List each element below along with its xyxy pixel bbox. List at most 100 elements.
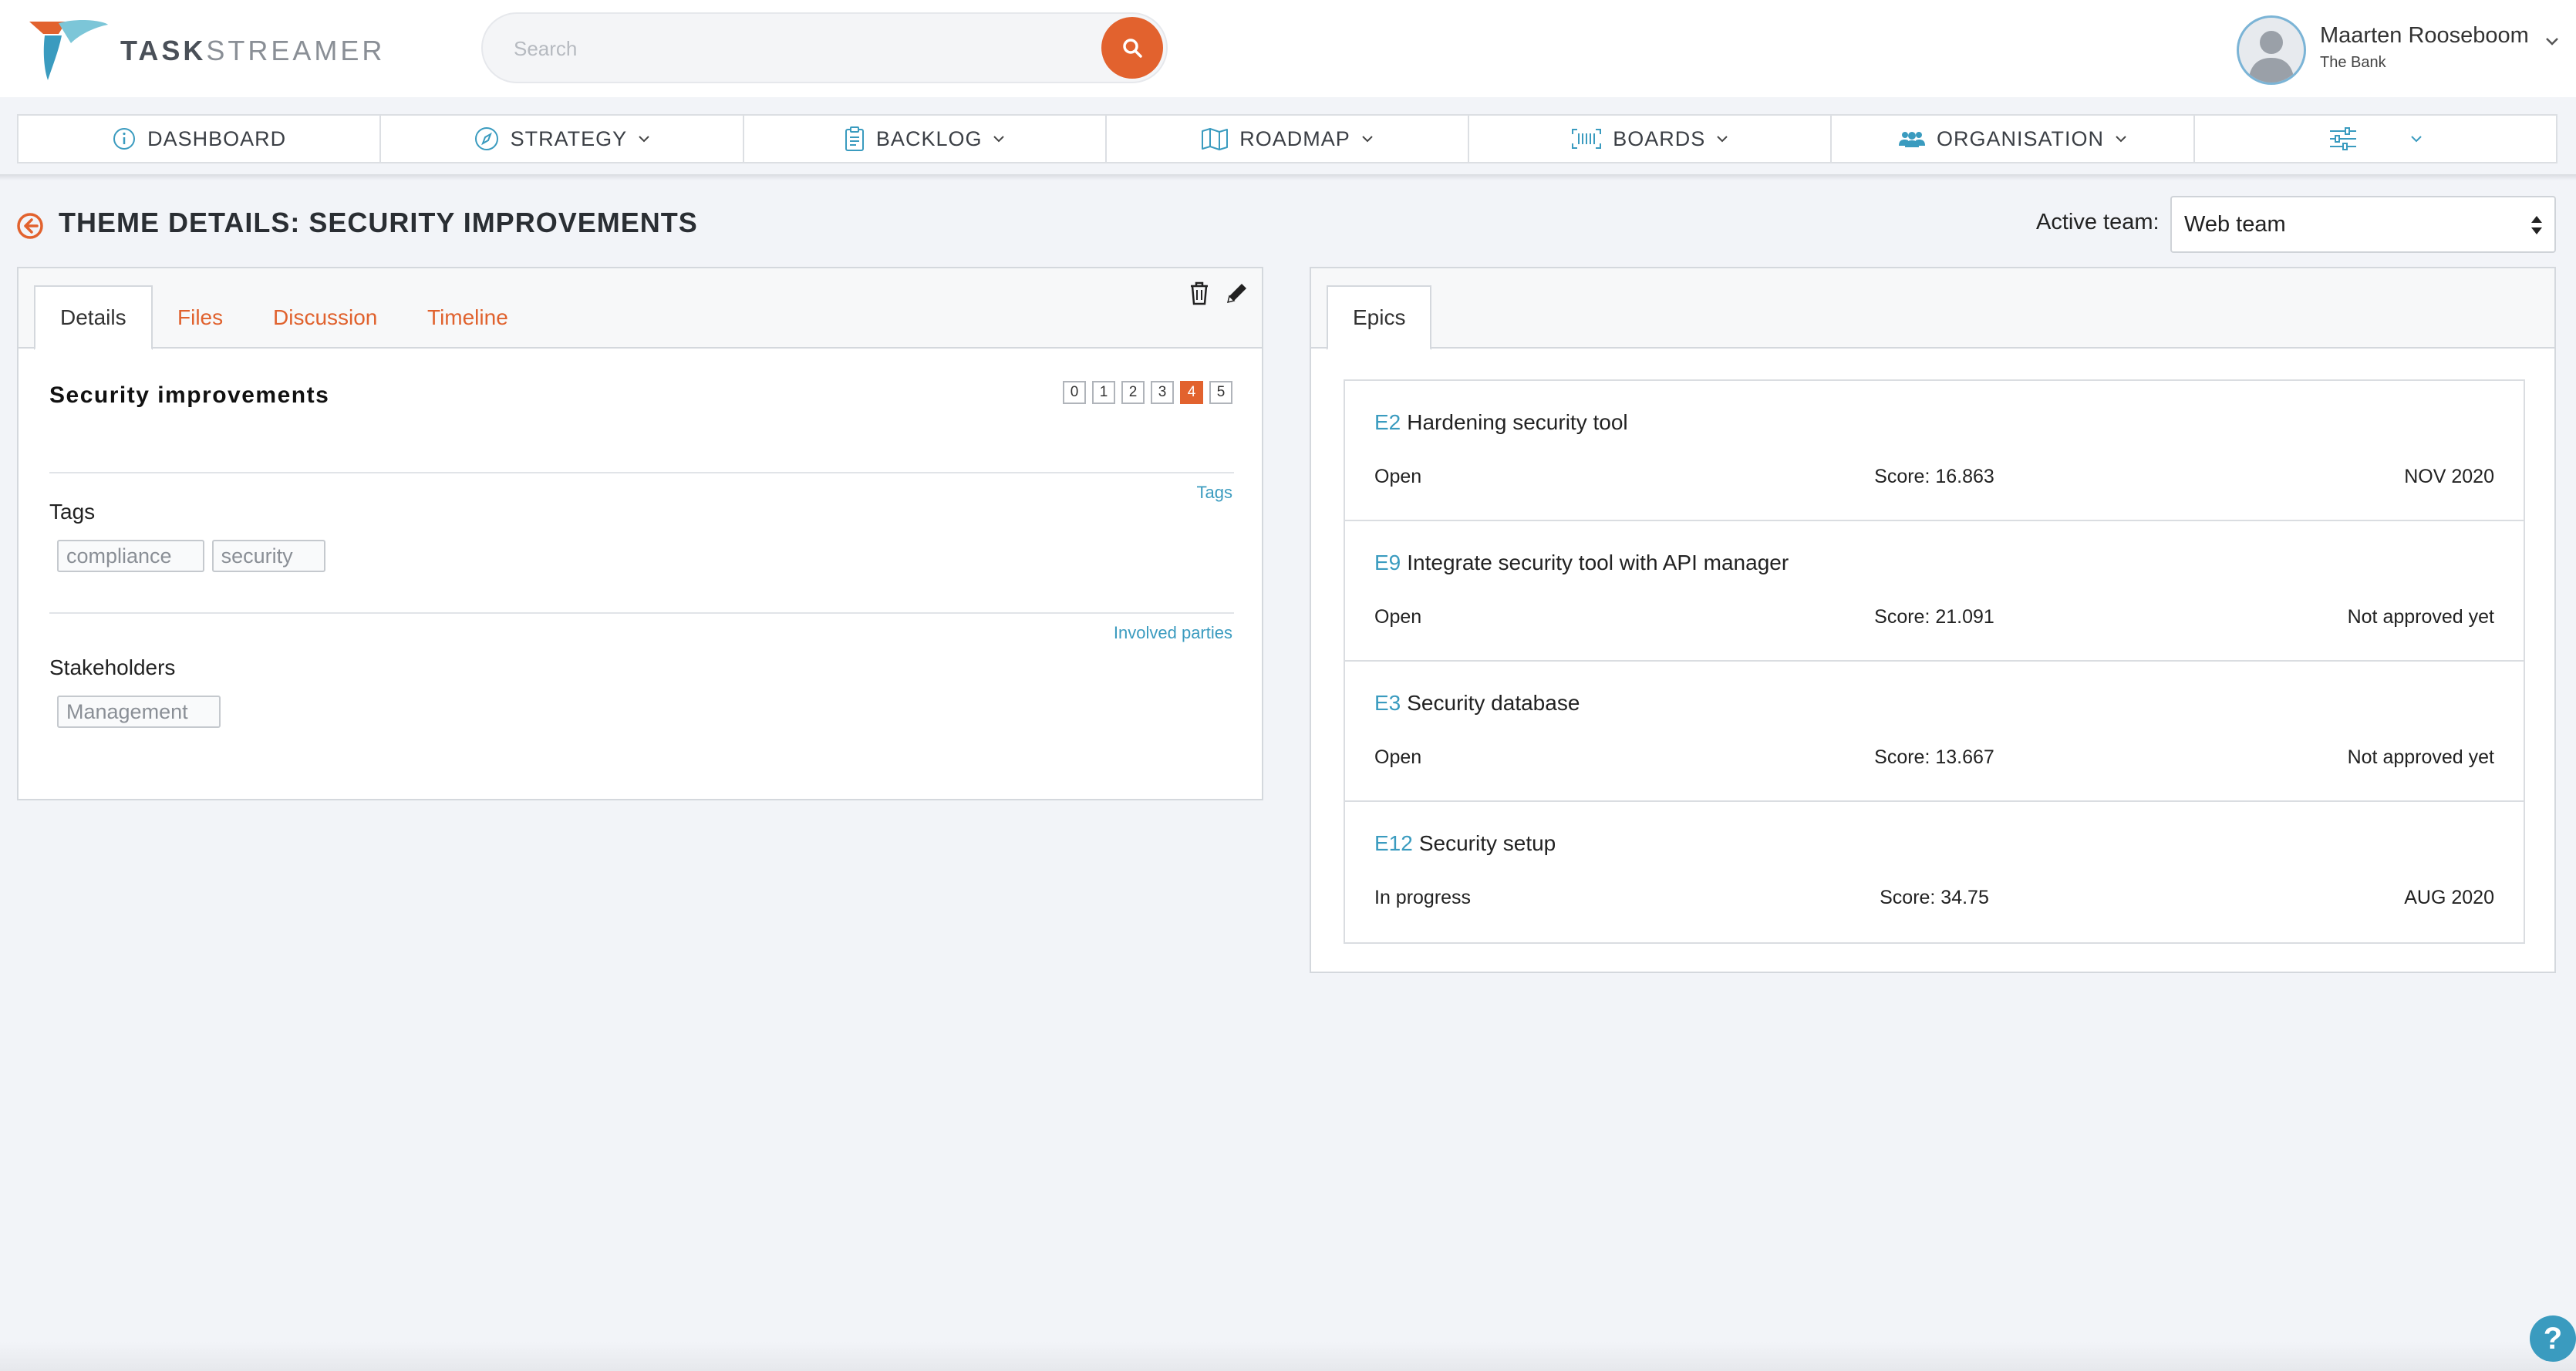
- select-arrows-icon: [2531, 216, 2542, 234]
- epic-title: E2 Hardening security tool: [1374, 410, 1628, 435]
- nav-boards-label: BOARDS: [1613, 126, 1706, 150]
- epic-row[interactable]: E2 Hardening security tool Open Score: 16…: [1345, 381, 2524, 521]
- search-input[interactable]: [514, 31, 1069, 66]
- epic-title-text: Security database: [1407, 691, 1580, 715]
- epic-title: E9 Integrate security tool with API manag…: [1374, 551, 1789, 575]
- pencil-icon[interactable]: [1225, 281, 1249, 305]
- chevron-down-icon: [2411, 136, 2422, 143]
- nav-organisation[interactable]: ORGANISATION: [1832, 116, 2195, 162]
- nav-shadow: [0, 174, 2576, 180]
- panel-tools: [1188, 281, 1249, 305]
- nav-roadmap[interactable]: ROADMAP: [1107, 116, 1470, 162]
- epic-score: Score: 34.75: [1880, 887, 1989, 908]
- theme-name: Security improvements: [49, 382, 330, 408]
- tags-title: Tags: [49, 500, 96, 524]
- stakeholder-list: Management: [57, 696, 221, 728]
- chevron-down-icon: [2116, 136, 2126, 143]
- tab-discussion[interactable]: Discussion: [273, 285, 377, 350]
- epic-row[interactable]: E9 Integrate security tool with API manag…: [1345, 521, 2524, 662]
- epic-date: Not approved yet: [2347, 606, 2494, 628]
- epic-row[interactable]: E12 Security setup In progress Score: 34.…: [1345, 802, 2524, 942]
- app-header: TASKSTREAMER Maarten Rooseboom The Bank: [0, 0, 2576, 97]
- epic-date: Not approved yet: [2347, 746, 2494, 768]
- nav-boards[interactable]: BOARDS: [1469, 116, 1833, 162]
- nav-strategy-label: STRATEGY: [510, 126, 628, 150]
- nav-dashboard[interactable]: DASHBOARD: [19, 116, 382, 162]
- trash-icon[interactable]: [1188, 281, 1211, 305]
- search-button[interactable]: [1101, 17, 1163, 79]
- involved-parties-link[interactable]: Involved parties: [1114, 623, 1232, 643]
- tags-link[interactable]: Tags: [1197, 483, 1232, 503]
- epic-code-link[interactable]: E9: [1374, 551, 1401, 574]
- score-option-4[interactable]: 4: [1180, 381, 1203, 404]
- search-icon: [1123, 39, 1142, 58]
- details-tabbar: Details Files Discussion Timeline: [19, 268, 1262, 350]
- avatar[interactable]: [2237, 15, 2306, 85]
- page-title: THEME DETAILS: SECURITY IMPROVEMENTS: [59, 207, 698, 238]
- stakeholders-title: Stakeholders: [49, 655, 176, 679]
- main-navigation: DASHBOARD STRATEGY BACKLOG ROADMAP BOARD…: [17, 114, 2557, 163]
- epic-code-link[interactable]: E3: [1374, 691, 1401, 715]
- map-icon: [1202, 128, 1229, 150]
- nav-organisation-label: ORGANISATION: [1937, 126, 2105, 150]
- user-menu[interactable]: Maarten Rooseboom The Bank: [2237, 11, 2576, 88]
- epics-tabbar: Epics: [1311, 268, 2554, 350]
- epic-title-text: Integrate security tool with API manager: [1407, 551, 1789, 574]
- tag-chip[interactable]: compliance: [57, 540, 204, 572]
- tab-files[interactable]: Files: [177, 285, 223, 350]
- back-arrow-icon[interactable]: [15, 211, 45, 241]
- score-option-1[interactable]: 1: [1092, 381, 1115, 404]
- logo-wordmark: TASKSTREAMER: [120, 35, 386, 66]
- nav-strategy[interactable]: STRATEGY: [381, 116, 744, 162]
- tab-timeline[interactable]: Timeline: [427, 285, 508, 350]
- active-team-label: Active team:: [2036, 210, 2160, 234]
- theme-details-panel: Details Files Discussion Timeline Securi…: [17, 267, 1263, 800]
- users-icon: [1899, 132, 1926, 147]
- stakeholder-chip[interactable]: Management: [57, 696, 221, 728]
- footer-shade: [0, 1342, 2576, 1371]
- score-option-0[interactable]: 0: [1063, 381, 1086, 404]
- section-divider: [49, 612, 1234, 614]
- chevron-down-icon[interactable]: [2545, 37, 2559, 46]
- nav-roadmap-label: ROADMAP: [1239, 126, 1350, 150]
- compass-icon: [474, 127, 498, 150]
- tab-epics[interactable]: Epics: [1327, 285, 1432, 350]
- active-team-select[interactable]: Web team: [2170, 196, 2556, 253]
- epic-date: NOV 2020: [2404, 466, 2494, 487]
- sliders-icon: [2329, 127, 2356, 150]
- epic-score: Score: 16.863: [1874, 466, 1994, 487]
- taskstreamer-logo[interactable]: TASKSTREAMER: [28, 19, 385, 83]
- score-option-5[interactable]: 5: [1209, 381, 1232, 404]
- nav-settings[interactable]: [2195, 116, 2556, 162]
- epic-title-text: Hardening security tool: [1407, 410, 1628, 434]
- user-organisation: The Bank: [2320, 54, 2386, 71]
- chevron-down-icon: [1362, 136, 1373, 143]
- chevron-down-icon: [1717, 136, 1728, 143]
- chevron-down-icon: [993, 136, 1005, 143]
- epic-code-link[interactable]: E2: [1374, 410, 1401, 434]
- chevron-down-icon: [639, 136, 649, 143]
- score-option-2[interactable]: 2: [1121, 381, 1145, 404]
- score-option-3[interactable]: 3: [1151, 381, 1174, 404]
- tab-details[interactable]: Details: [34, 285, 153, 350]
- clipboard-icon: [845, 126, 864, 151]
- nav-backlog[interactable]: BACKLOG: [744, 116, 1107, 162]
- search-bar: [481, 12, 1168, 83]
- active-team-value: Web team: [2184, 211, 2286, 237]
- help-button[interactable]: ?: [2530, 1315, 2576, 1362]
- epic-title: E3 Security database: [1374, 691, 1580, 716]
- tag-chip[interactable]: security: [211, 540, 325, 572]
- user-silhouette-icon: [2248, 31, 2294, 83]
- tag-list: compliance security: [57, 540, 325, 572]
- barcode-icon: [1572, 129, 1602, 149]
- epic-date: AUG 2020: [2404, 887, 2494, 908]
- epic-row[interactable]: E3 Security database Open Score: 13.667 N…: [1345, 662, 2524, 802]
- nav-backlog-label: BACKLOG: [875, 126, 983, 150]
- user-name: Maarten Rooseboom: [2320, 23, 2529, 48]
- epic-code-link[interactable]: E12: [1374, 831, 1413, 855]
- epic-title: E12 Security setup: [1374, 831, 1556, 856]
- score-selector: 0 1 2 3 4 5: [1063, 381, 1232, 404]
- taskstreamer-logo-icon: [29, 20, 108, 80]
- info-icon: [113, 128, 136, 150]
- section-divider: [49, 472, 1234, 473]
